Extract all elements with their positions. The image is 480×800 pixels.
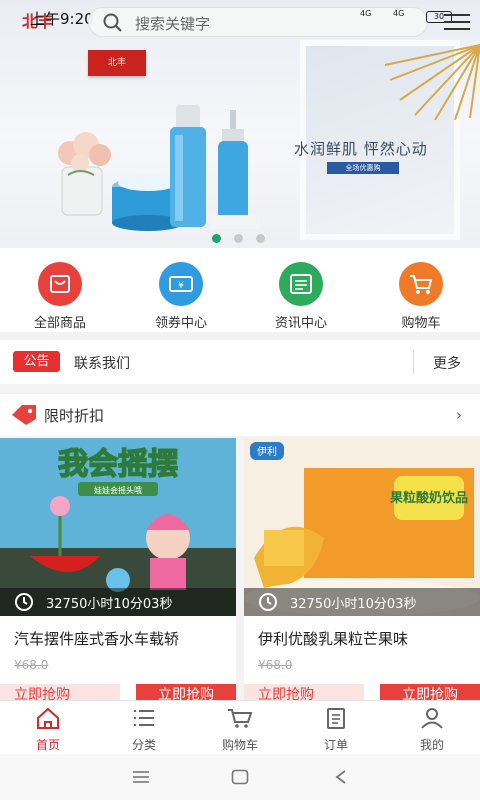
user-icon	[421, 708, 443, 729]
signal-icon: 4G	[360, 9, 372, 18]
section-title: 限时折扣	[44, 407, 105, 425]
buy-now-button[interactable]: 立即抢购	[136, 684, 236, 700]
search-icon	[103, 13, 122, 32]
banner-dot[interactable]	[256, 234, 265, 243]
back-icon[interactable]	[334, 769, 348, 785]
banner-slogan: 水润鲜肌 怦然心动	[294, 140, 428, 158]
tab-profile[interactable]: 我的	[392, 707, 472, 753]
notice-text[interactable]: 联系我们	[74, 353, 130, 373]
list-icon	[134, 710, 154, 726]
category-label: 领券中心	[154, 316, 207, 331]
palm-leaf-decoration	[384, 44, 480, 120]
system-navigation-bar	[0, 754, 480, 800]
product-list: 我会摇摆 娃娃会摇头哦 32750小时10分03秒 汽车摆件座式香水车载轿 ¥6…	[0, 438, 480, 700]
tab-orders[interactable]: 订单	[296, 707, 376, 753]
tab-label: 我的	[419, 738, 444, 752]
buy-now-button[interactable]: 立即抢购	[380, 684, 480, 700]
category-label: 全部商品	[33, 316, 86, 331]
recent-apps-icon[interactable]	[132, 770, 150, 784]
coupon-icon: ¥	[159, 262, 203, 306]
signal-icon: 4G	[393, 9, 405, 18]
menu-icon[interactable]	[444, 14, 470, 35]
search-bar[interactable]: 搜索关键字	[88, 7, 428, 37]
notice-badge: 公告	[13, 351, 60, 372]
category-cart[interactable]: 购物车	[381, 262, 461, 331]
more-link[interactable]: 更多	[433, 353, 461, 373]
countdown-text: 32750小时10分03秒	[46, 597, 173, 612]
countdown-timer: 32750小时10分03秒	[0, 588, 236, 616]
category-coupon-center[interactable]: ¥ 领券中心	[141, 262, 221, 331]
product-image-title: 我会摇摆	[58, 447, 178, 482]
cosmetics-product-image	[58, 105, 260, 231]
banner-pagination	[212, 228, 278, 247]
product-name[interactable]: 伊利优酸乳果粒芒果味	[258, 628, 408, 649]
section-header[interactable]: 限时折扣 ›	[0, 394, 480, 436]
product-card[interactable]: 伊利 果粒酸奶饮品 32750小时10分03秒 伊利优酸乳果粒芒果味 ¥68.0…	[244, 438, 480, 700]
banner-dot[interactable]	[234, 234, 243, 243]
category-nav: 全部商品 ¥ 领券中心 资讯中心 购物车	[0, 248, 480, 332]
product-image-title: 果粒酸奶饮品	[389, 490, 468, 506]
tab-label: 购物车	[221, 738, 258, 752]
countdown-timer: 32750小时10分03秒	[244, 588, 480, 616]
product-price: ¥68.0	[258, 658, 293, 672]
category-label: 购物车	[401, 316, 441, 331]
tab-cart[interactable]: 购物车	[200, 707, 280, 753]
bottom-tab-bar: 首页 分类 购物车 订单 我的	[0, 700, 480, 754]
price-tag-icon	[12, 405, 36, 425]
product-name[interactable]: 汽车摆件座式香水车载轿	[14, 628, 179, 649]
clock-icon	[259, 593, 277, 611]
tab-label: 分类	[131, 738, 156, 752]
clock-icon	[15, 593, 33, 611]
divider	[413, 350, 414, 374]
tab-label: 首页	[35, 738, 60, 752]
tab-home[interactable]: 首页	[8, 707, 88, 753]
svg-text:¥: ¥	[178, 281, 184, 291]
buy-now-button[interactable]: 立即抢购	[0, 684, 120, 700]
status-time: 上午9:20	[30, 10, 94, 28]
banner-promo-chip: 全场优惠购	[327, 162, 399, 174]
banner-dot[interactable]	[212, 234, 221, 243]
cart-icon	[399, 262, 443, 306]
category-label: 资讯中心	[274, 316, 327, 331]
product-card[interactable]: 我会摇摆 娃娃会摇头哦 32750小时10分03秒 汽车摆件座式香水车载轿 ¥6…	[0, 438, 236, 700]
cart-icon	[228, 709, 253, 728]
category-news-center[interactable]: 资讯中心	[261, 262, 341, 331]
search-placeholder: 搜索关键字	[135, 15, 211, 33]
tab-label: 订单	[323, 738, 348, 752]
news-icon	[279, 262, 323, 306]
countdown-text: 32750小时10分03秒	[290, 597, 417, 612]
chevron-right-icon[interactable]: ›	[456, 406, 462, 424]
order-icon	[327, 708, 345, 729]
product-image-subtitle: 娃娃会摇头哦	[94, 485, 142, 495]
category-all-products[interactable]: 全部商品	[20, 262, 100, 331]
shop-bag-icon	[38, 262, 82, 306]
app-screen: 北丰 水润鲜肌 怦然心动 全场优惠购 北丰 上午9:20 搜索关键字 4G 4G…	[0, 0, 480, 800]
banner-brand-tag: 北丰	[88, 50, 146, 76]
product-price: ¥68.0	[14, 658, 49, 672]
home-icon	[37, 707, 59, 729]
tab-category[interactable]: 分类	[104, 707, 184, 753]
buy-now-button[interactable]: 立即抢购	[244, 684, 364, 700]
home-button-icon[interactable]	[231, 769, 249, 785]
notice-bar: 公告 联系我们 更多	[0, 340, 480, 384]
brand-logo-text: 伊利	[257, 446, 277, 458]
top-bar: 北丰 上午9:20 搜索关键字 4G 4G 30	[0, 0, 480, 46]
